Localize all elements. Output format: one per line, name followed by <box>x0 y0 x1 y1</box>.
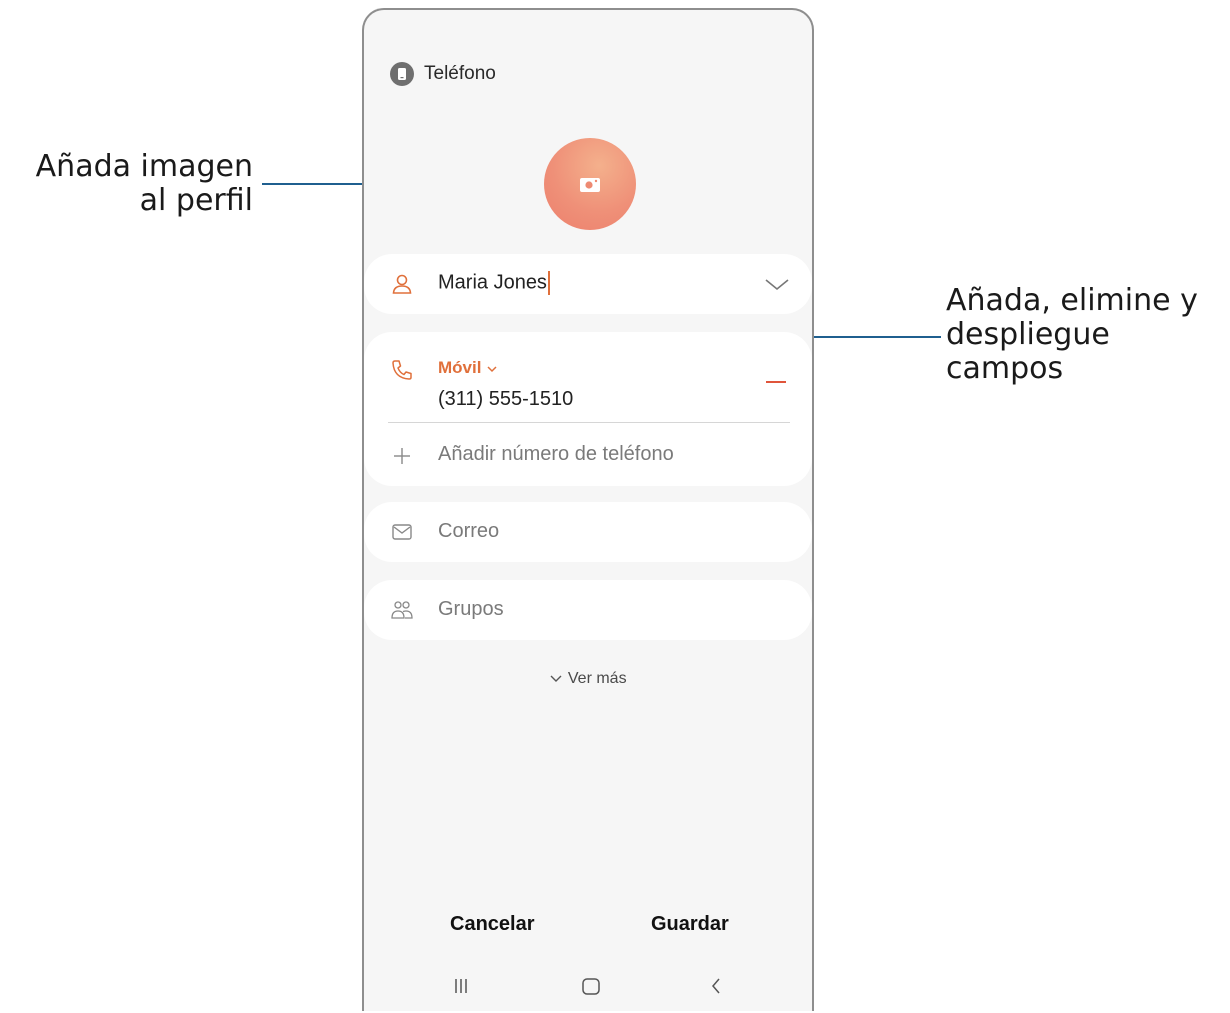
callout-profile-image: Añada imagen al perfil <box>8 150 253 218</box>
recent-apps-icon[interactable] <box>452 976 470 996</box>
phone-card: Móvil (311) 555-1510 Añadir número de te… <box>364 332 812 486</box>
account-label: Teléfono <box>424 63 496 84</box>
see-more-button[interactable]: Ver más <box>364 670 812 688</box>
divider <box>388 422 790 423</box>
see-more-label: Ver más <box>567 670 627 687</box>
home-icon[interactable] <box>580 976 602 996</box>
groups-field[interactable]: Grupos <box>438 598 504 621</box>
phone-type-label: Móvil <box>438 358 482 377</box>
phone-number-input[interactable]: (311) 555-1510 <box>438 388 573 411</box>
cancel-button[interactable]: Cancelar <box>450 913 535 936</box>
action-bar: Cancelar Guardar <box>364 913 812 943</box>
save-button[interactable]: Guardar <box>651 913 729 936</box>
expand-name-chevron-icon[interactable] <box>762 272 792 296</box>
phone-handset-icon <box>392 360 412 380</box>
camera-icon <box>580 178 600 192</box>
callout-line-1: Añada imagen <box>35 149 253 184</box>
chevron-down-icon <box>487 365 497 372</box>
email-card: Correo <box>364 502 812 562</box>
callout-fields: Añada, elimine y despliegue campos <box>946 284 1198 386</box>
name-value: Maria Jones <box>438 271 547 294</box>
add-phone-number-button[interactable]: Añadir número de teléfono <box>438 443 674 466</box>
people-icon <box>391 601 413 619</box>
phone-type-dropdown[interactable]: Móvil <box>438 358 498 378</box>
groups-card: Grupos <box>364 580 812 640</box>
envelope-icon <box>392 524 412 540</box>
text-cursor <box>547 271 550 295</box>
plus-icon <box>394 448 410 464</box>
profile-image-button[interactable] <box>544 138 636 230</box>
callout-line-3: campos <box>946 351 1064 386</box>
phone-screen: Teléfono Maria Jones Móvil (311) 555-151… <box>362 8 814 1011</box>
callout-line-2: al perfil <box>139 183 253 218</box>
callout-line-1: Añada, elimine y <box>946 283 1198 318</box>
email-field[interactable]: Correo <box>438 520 499 543</box>
name-card: Maria Jones <box>364 254 812 314</box>
phone-icon <box>390 62 414 86</box>
chevron-down-icon <box>550 675 562 682</box>
remove-phone-button[interactable] <box>762 372 792 392</box>
callout-line-2: despliegue <box>946 317 1110 352</box>
system-navigation-bar <box>364 976 812 1006</box>
back-icon[interactable] <box>708 976 724 996</box>
account-selector[interactable]: Teléfono <box>390 62 496 86</box>
callout-connector-right <box>796 336 941 338</box>
person-icon <box>392 274 412 294</box>
name-input[interactable]: Maria Jones <box>438 271 550 295</box>
